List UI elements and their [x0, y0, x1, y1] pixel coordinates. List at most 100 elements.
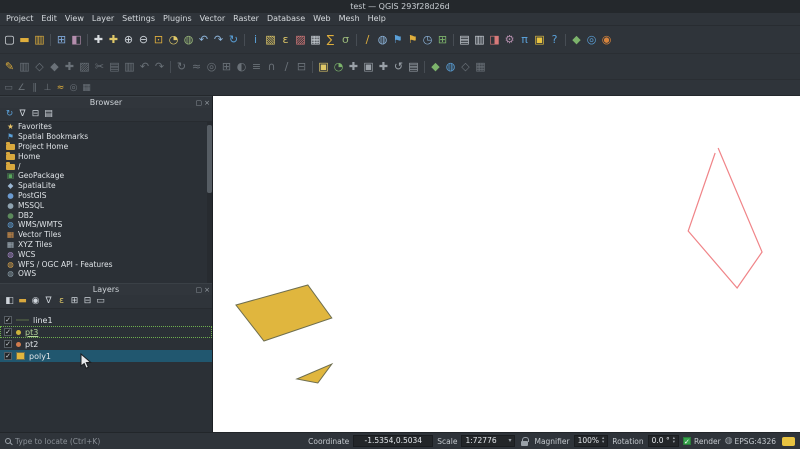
browser-item-home[interactable]: Home — [0, 151, 212, 161]
offset-curve-icon[interactable]: ≡ — [249, 59, 264, 75]
layer-diagram-icon[interactable]: ◔ — [331, 59, 346, 75]
scale-combobox[interactable]: 1:72776 ▾ — [461, 435, 516, 447]
scrollbar[interactable] — [207, 122, 212, 283]
zoom-next-icon[interactable]: ↷ — [211, 32, 226, 48]
zoom-last-icon[interactable]: ↶ — [196, 32, 211, 48]
layer-labeling-icon[interactable]: ▣ — [316, 59, 331, 75]
browser-item-ows[interactable]: ◍ OWS — [0, 269, 212, 279]
menu-project[interactable]: Project — [2, 13, 37, 25]
merge-features-icon[interactable]: ⊟ — [294, 59, 309, 75]
rotate-label-icon[interactable]: ↺ — [391, 59, 406, 75]
locate-bar[interactable]: Type to locate (Ctrl+K) — [5, 437, 165, 446]
deselect-features-icon[interactable]: ▨ — [293, 32, 308, 48]
browser-filter-icon[interactable]: ∇ — [16, 108, 29, 121]
browser-item-vector-tiles[interactable]: ▦ Vector Tiles — [0, 230, 212, 240]
menu-web[interactable]: Web — [309, 13, 334, 25]
spinner-arrows-icon[interactable]: ▴ ▾ — [602, 436, 604, 446]
style-dock-icon[interactable]: ◨ — [487, 32, 502, 48]
open-attribute-table-icon[interactable]: ▦ — [308, 32, 323, 48]
browser-item-spatial-bookmarks[interactable]: ⚑ Spatial Bookmarks — [0, 132, 212, 142]
redo-icon[interactable]: ↷ — [152, 59, 167, 75]
osm-search-icon[interactable]: ◉ — [599, 32, 614, 48]
new-print-layout-icon[interactable]: ▤ — [457, 32, 472, 48]
field-calculator-icon[interactable]: ∑ — [323, 32, 338, 48]
rotate-feature-icon[interactable]: ↻ — [174, 59, 189, 75]
statistical-summary-icon[interactable]: σ — [338, 32, 353, 48]
zoom-to-layer-icon[interactable]: ◍ — [181, 32, 196, 48]
project-save-icon[interactable]: ▥ — [32, 32, 47, 48]
browser-panel-header[interactable]: Browser ▢ × — [0, 96, 212, 108]
pan-map-icon[interactable]: ✚ — [91, 32, 106, 48]
browser-refresh-icon[interactable]: ↻ — [3, 108, 16, 121]
toggle-editing-icon[interactable]: ✎ — [2, 59, 17, 75]
menu-help[interactable]: Help — [364, 13, 390, 25]
select-by-expression-icon[interactable]: ε — [278, 32, 293, 48]
zoom-full-icon[interactable]: ⊡ — [151, 32, 166, 48]
scrollbar-thumb[interactable] — [207, 125, 212, 193]
show-messages-icon[interactable]: ▣ — [532, 32, 547, 48]
browser-item-project-home[interactable]: Project Home — [0, 142, 212, 152]
processing-toolbox-icon[interactable]: ⚙ — [502, 32, 517, 48]
change-label-icon[interactable]: ▤ — [406, 59, 421, 75]
new-spatial-bookmark-icon[interactable]: ⚑ — [390, 32, 405, 48]
browser-item-spatialite[interactable]: ◆ SpatiaLite — [0, 181, 212, 191]
float-panel-icon[interactable]: ▢ — [196, 97, 203, 109]
plugin-tool-4-icon[interactable]: ▦ — [473, 59, 488, 75]
browser-item-geopackage[interactable]: ▣ GeoPackage — [0, 171, 212, 181]
highlight-pinned-labels-icon[interactable]: ▣ — [361, 59, 376, 75]
menu-view[interactable]: View — [61, 13, 88, 25]
parallel-constraint-icon[interactable]: ∥ — [28, 82, 41, 94]
layers-panel-header[interactable]: Layers ▢ × — [0, 283, 212, 295]
browser-item-[interactable]: / — [0, 161, 212, 171]
messages-balloon-icon[interactable] — [782, 436, 795, 446]
remove-layer-icon[interactable]: ▭ — [94, 295, 107, 308]
plugin-tool-2-icon[interactable]: ◍ — [443, 59, 458, 75]
copy-features-icon[interactable]: ▤ — [107, 59, 122, 75]
add-group-icon[interactable]: ▬ — [16, 295, 29, 308]
zoom-in-icon[interactable]: ⊕ — [121, 32, 136, 48]
new-map-view-icon[interactable]: ⊞ — [435, 32, 450, 48]
measure-line-icon[interactable]: ∕ — [360, 32, 375, 48]
plugin-manager-icon[interactable]: ◆ — [569, 32, 584, 48]
filter-legend-icon[interactable]: ∇ — [42, 295, 55, 308]
identify-features-icon[interactable]: i — [248, 32, 263, 48]
layer-item-line1[interactable]: ✓ line1 — [0, 314, 212, 326]
paste-features-icon[interactable]: ▥ — [122, 59, 137, 75]
zoom-to-selection-icon[interactable]: ◔ — [166, 32, 181, 48]
coordinate-input[interactable]: -1.5354,0.5034 — [353, 435, 434, 447]
float-panel-icon[interactable]: ▢ — [196, 284, 203, 296]
menu-mesh[interactable]: Mesh — [335, 13, 364, 25]
add-part-icon[interactable]: ⊞ — [219, 59, 234, 75]
open-layer-styling-icon[interactable]: ◧ — [3, 295, 16, 308]
cut-features-icon[interactable]: ✂ — [92, 59, 107, 75]
browser-properties-widget-icon[interactable]: ▤ — [42, 108, 55, 121]
magnifier-spinbox[interactable]: 100% ▴ ▾ — [573, 435, 609, 447]
data-source-manager-icon[interactable]: ⊞ — [54, 32, 69, 48]
temporal-controller-icon[interactable]: ◷ — [420, 32, 435, 48]
browser-item-mssql[interactable]: ● MSSQL — [0, 200, 212, 210]
render-checkbox[interactable]: ✓ Render — [682, 437, 721, 446]
layer-item-pt3[interactable]: ✓ pt3 — [0, 326, 212, 338]
browser-item-db2[interactable]: ● DB2 — [0, 210, 212, 220]
layer-visibility-checkbox[interactable]: ✓ — [4, 328, 12, 336]
zoom-out-icon[interactable]: ⊖ — [136, 32, 151, 48]
layer-visibility-checkbox[interactable]: ✓ — [4, 352, 12, 360]
map-refresh-icon[interactable]: ↻ — [226, 32, 241, 48]
layer-visibility-checkbox[interactable]: ✓ — [4, 340, 12, 348]
show-layout-manager-icon[interactable]: ▥ — [472, 32, 487, 48]
project-open-icon[interactable]: ▬ — [17, 32, 32, 48]
close-panel-icon[interactable]: × — [204, 97, 210, 109]
close-panel-icon[interactable]: × — [204, 284, 210, 296]
menu-vector[interactable]: Vector — [196, 13, 230, 25]
menu-raster[interactable]: Raster — [229, 13, 263, 25]
move-label-icon[interactable]: ✚ — [376, 59, 391, 75]
reshape-features-icon[interactable]: ∩ — [264, 59, 279, 75]
lock-scale-button[interactable] — [519, 436, 530, 446]
layer-item-poly1[interactable]: ✓ poly1 — [0, 350, 212, 362]
save-layer-edits-icon[interactable]: ▥ — [17, 59, 32, 75]
python-console-icon[interactable]: π — [517, 32, 532, 48]
fill-ring-icon[interactable]: ◐ — [234, 59, 249, 75]
enable-advanced-digitizing-icon[interactable]: ▭ — [2, 82, 15, 94]
map-tips-icon[interactable]: ◍ — [375, 32, 390, 48]
grid-tool-icon[interactable]: ▦ — [80, 82, 93, 94]
